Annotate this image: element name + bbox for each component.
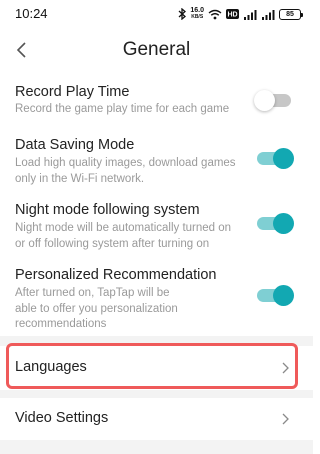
svg-text:HD: HD — [227, 12, 237, 19]
wifi-icon — [208, 9, 222, 19]
section-divider — [0, 390, 313, 398]
battery-icon: 85 — [279, 8, 303, 20]
page-title: General — [122, 39, 191, 60]
header: General — [0, 30, 313, 70]
chevron-right-icon — [282, 362, 289, 374]
status-icons: 16.0 KB/S HD 85 — [178, 5, 303, 23]
setting-description: Night mode will be automatically turned … — [15, 222, 232, 250]
setting-description: After turned on, TapTap will be able to … — [15, 287, 178, 330]
setting-title: Record Play Time — [15, 84, 130, 100]
languages-row[interactable]: Languages — [0, 346, 313, 390]
video-settings-row[interactable]: Video Settings — [0, 398, 313, 440]
nav-label: Languages — [15, 359, 87, 375]
chevron-right-icon — [282, 413, 289, 425]
setting-description: Load high quality images, download games… — [15, 157, 236, 185]
setting-record-play-time: Record Play Time Record the game play ti… — [0, 80, 313, 126]
network-speed-value: 16.0 — [190, 7, 204, 14]
network-speed: 16.0 KB/S — [190, 7, 204, 21]
nav-label: Video Settings — [15, 410, 109, 426]
signal-icon — [262, 9, 275, 20]
setting-night-mode: Night mode following system Night mode w… — [0, 199, 313, 261]
setting-title: Data Saving Mode — [15, 137, 135, 153]
setting-title: Night mode following system — [15, 202, 200, 218]
night-mode-toggle[interactable] — [257, 213, 294, 234]
status-time: 10:24 — [15, 6, 48, 21]
data-saving-mode-toggle[interactable] — [257, 148, 294, 169]
battery-level: 85 — [286, 10, 294, 18]
setting-personalized-recommendation: Personalized Recommendation After turned… — [0, 264, 313, 334]
setting-data-saving-mode: Data Saving Mode Load high quality image… — [0, 134, 313, 196]
setting-title: Personalized Recommendation — [15, 267, 217, 283]
status-bar: 10:24 16.0 KB/S HD 85 — [0, 0, 313, 28]
personalized-recommendation-toggle[interactable] — [257, 285, 294, 306]
bluetooth-icon — [178, 8, 187, 20]
network-speed-unit: KB/S — [191, 14, 204, 20]
signal-icon — [244, 9, 257, 20]
hd-icon: HD — [226, 9, 239, 19]
setting-description: Record the game play time for each game — [15, 103, 230, 115]
section-divider — [0, 336, 313, 346]
section-divider — [0, 440, 313, 454]
record-play-time-toggle[interactable] — [254, 90, 291, 111]
